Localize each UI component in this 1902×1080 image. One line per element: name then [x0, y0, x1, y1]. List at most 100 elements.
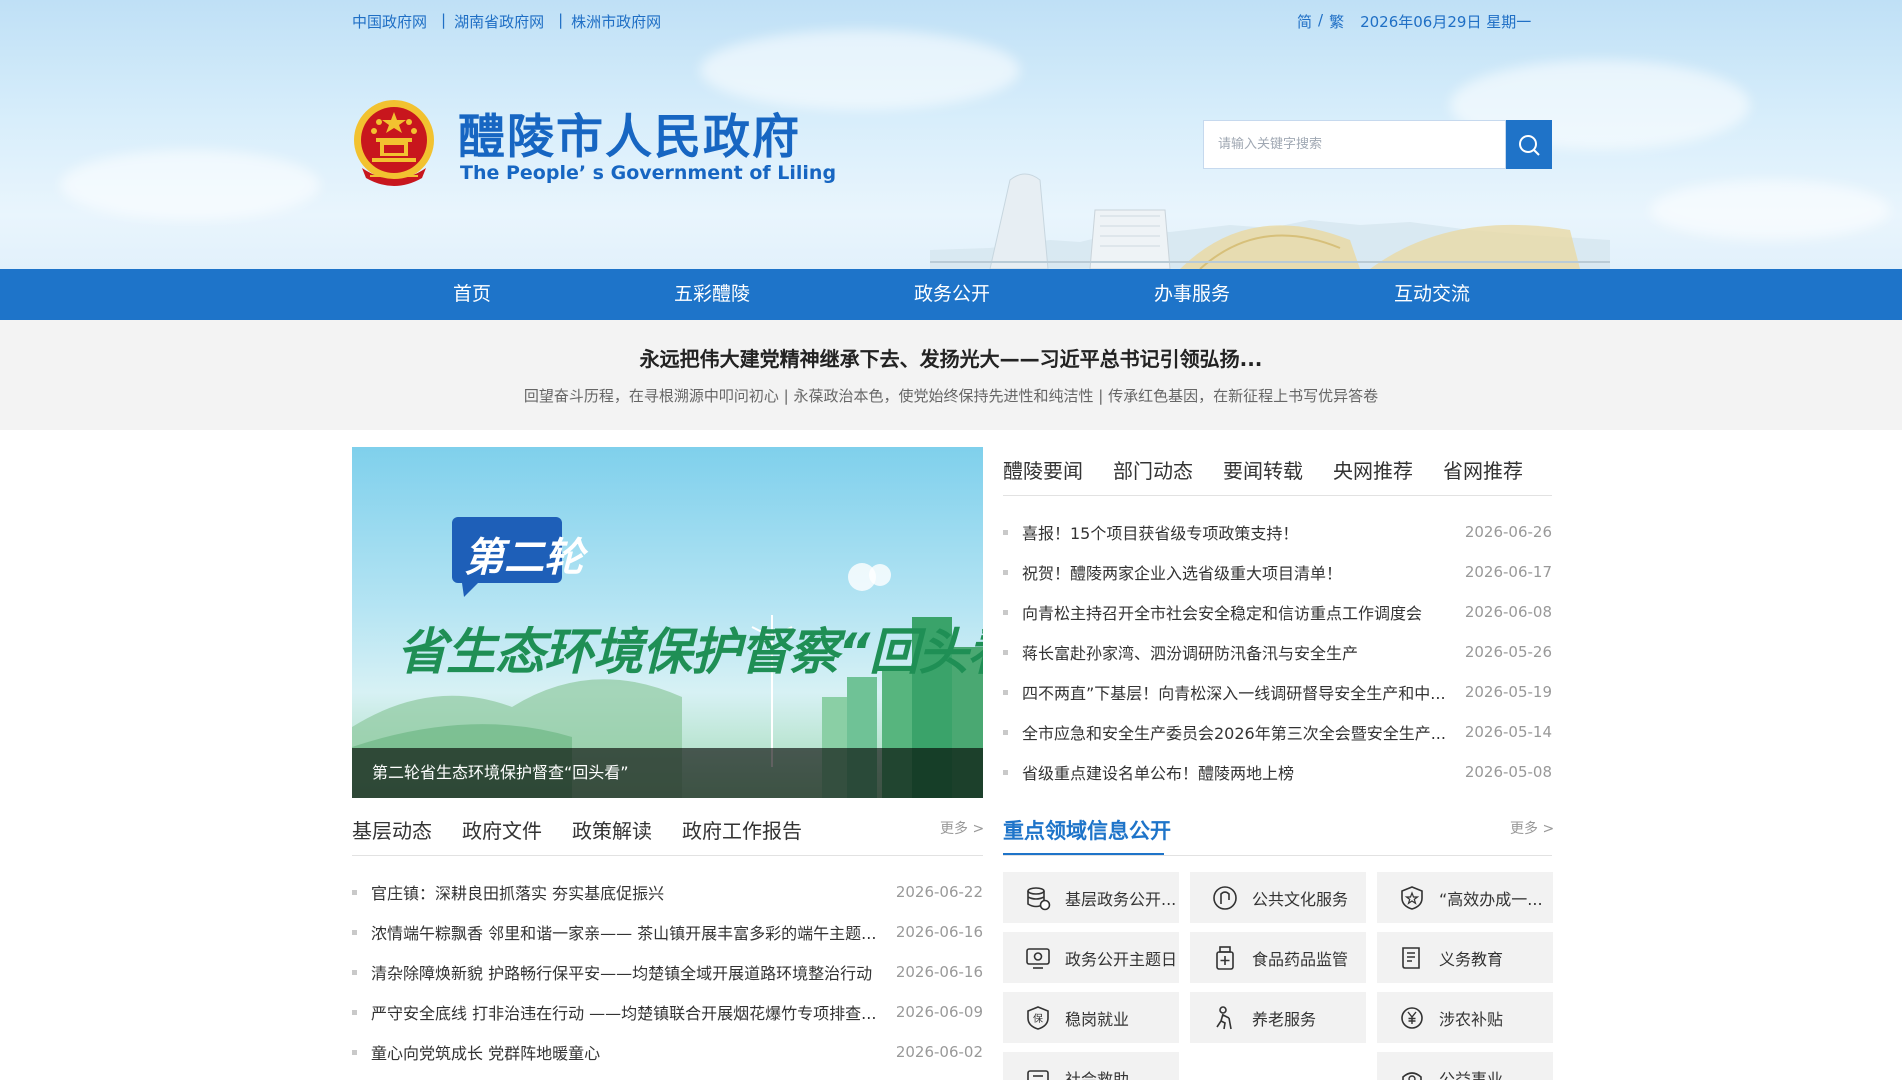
tab-liling-news[interactable]: 醴陵要闻 — [1003, 455, 1083, 484]
news-date: 2026-06-02 — [895, 1043, 983, 1061]
nav-item-gov-affairs[interactable]: 政务公开 — [872, 269, 1032, 320]
key-item-social-aid[interactable]: 社会救助 — [1003, 1052, 1179, 1080]
news-title[interactable]: 严守安全底线 打非治违在行动 ——均楚镇联合开展烟花爆竹专项排查... — [371, 1000, 882, 1024]
bullet — [1003, 769, 1008, 775]
news-date: 2026-06-09 — [895, 1003, 983, 1021]
tab-grassroots[interactable]: 基层动态 — [352, 815, 432, 844]
key-item-agri-subsidy[interactable]: 涉农补贴 — [1377, 992, 1553, 1043]
key-item-public-welfare[interactable]: 公益事业 — [1377, 1052, 1553, 1080]
tab-dept-news[interactable]: 部门动态 — [1113, 455, 1193, 484]
feature-banner-text: 省生态环境保护督察“回头看”专栏 — [397, 623, 983, 681]
tab-gov-files[interactable]: 政府文件 — [462, 815, 542, 844]
national-emblem-logo[interactable] — [352, 98, 436, 190]
key-item-open-day[interactable]: 政务公开主题日 — [1003, 932, 1179, 983]
key-item-label: 涉农补贴 — [1439, 1009, 1504, 1029]
list-item[interactable]: 官庄镇：深耕良田抓落实 夯实基底促振兴 2026-06-22 — [352, 872, 983, 912]
list-item[interactable]: 严守安全底线 打非治违在行动 ——均楚镇联合开展烟花爆竹专项排查... 2026-… — [352, 992, 983, 1032]
list-item[interactable]: 童心向党筑成长 党群阵地暖童心 2026-06-02 — [352, 1032, 983, 1072]
list-item[interactable]: 省级重点建设名单公布！醴陵两地上榜 2026-05-08 — [1003, 752, 1552, 792]
news-title[interactable]: 祝贺！醴陵两家企业入选省级重大项目清单！ — [1022, 560, 1451, 584]
city-skyline-illustration — [930, 173, 1610, 269]
list-item[interactable]: 四不两直”下基层！向青松深入一线调研督导安全生产和中... 2026-05-19 — [1003, 672, 1552, 712]
nav-item-services[interactable]: 办事服务 — [1112, 269, 1272, 320]
bullet — [352, 969, 357, 975]
tab-policy-interpretation[interactable]: 政策解读 — [572, 815, 652, 844]
bullet — [1003, 569, 1008, 575]
key-item-elderly-service[interactable]: 养老服务 — [1190, 992, 1366, 1043]
top-right-bar: 简 / 繁 2026年06月29日 星期一 — [1297, 11, 1531, 32]
link-central-gov[interactable]: 中国政府网 — [352, 11, 427, 32]
key-item-compulsory-education[interactable]: 义务教育 — [1377, 932, 1553, 983]
link-zhuzhou-gov[interactable]: 株洲市政府网 — [571, 11, 661, 32]
feature-carousel[interactable]: 第二轮 省生态环境保护督察“回头看”专栏 第二轮省生态环境保护督查“回头看” — [352, 447, 983, 798]
grassroots-list: 官庄镇：深耕良田抓落实 夯实基底促振兴 2026-06-22 浓情端午粽飘香 邻里… — [352, 872, 983, 1072]
key-item-label: 养老服务 — [1252, 1009, 1317, 1029]
headline-subtitle[interactable]: 回望奋斗历程，在寻根溯源中叩问初心 | 永葆政治本色，使党始终保持先进性和纯洁性… — [0, 385, 1902, 406]
key-item-food-drug[interactable]: 食品药品监管 — [1190, 932, 1366, 983]
key-item-employment[interactable]: 保 稳岗就业 — [1003, 992, 1179, 1043]
news-title[interactable]: 省级重点建设名单公布！醴陵两地上榜 — [1022, 760, 1451, 784]
search-input[interactable] — [1204, 121, 1505, 168]
eye-icon — [1026, 947, 1050, 969]
news-date: 2026-05-26 — [1464, 643, 1552, 661]
headline-strip — [0, 320, 1902, 430]
news-date: 2026-06-17 — [1464, 563, 1552, 581]
key-item-label: 食品药品监管 — [1252, 949, 1349, 969]
headline-title[interactable]: 永远把伟大建党精神继承下去、发扬光大——习近平总书记引领弘扬... — [0, 343, 1902, 372]
current-date: 2026年06月29日 星期一 — [1360, 13, 1532, 31]
news-title[interactable]: 向青松主持召开全市社会安全稳定和信访重点工作调度会 — [1022, 600, 1451, 624]
main-nav: 首页 五彩醴陵 政务公开 办事服务 互动交流 — [0, 269, 1902, 320]
news-title[interactable]: 清杂除障焕新貌 护路畅行保平安——均楚镇全域开展道路环境整治行动 — [371, 960, 882, 984]
list-item[interactable]: 清杂除障焕新貌 护路畅行保平安——均楚镇全域开展道路环境整治行动 2026-06-… — [352, 952, 983, 992]
news-title[interactable]: 喜报！15个项目获省级专项政策支持！ — [1022, 520, 1451, 544]
nav-item-interaction[interactable]: 互动交流 — [1352, 269, 1512, 320]
list-item[interactable]: 浓情端午粽飘香 邻里和谐一家亲—— 茶山镇开展丰富多彩的端午主题... 2026-… — [352, 912, 983, 952]
list-item[interactable]: 喜报！15个项目获省级专项政策支持！ 2026-06-26 — [1003, 512, 1552, 552]
news-date: 2026-06-26 — [1464, 523, 1552, 541]
list-item[interactable]: 祝贺！醴陵两家企业入选省级重大项目清单！ 2026-06-17 — [1003, 552, 1552, 592]
news-title[interactable]: 四不两直”下基层！向青松深入一线调研督导安全生产和中... — [1022, 680, 1451, 704]
site-title[interactable]: 醴陵市人民政府 — [458, 98, 801, 167]
news-date: 2026-06-16 — [895, 923, 983, 941]
nav-item-home[interactable]: 首页 — [392, 269, 552, 320]
link-hunan-gov[interactable]: 湖南省政府网 — [454, 11, 544, 32]
news-title[interactable]: 童心向党筑成长 党群阵地暖童心 — [371, 1040, 882, 1064]
tab-central-recommend[interactable]: 央网推荐 — [1333, 455, 1413, 484]
grassroots-tabs-divider — [352, 855, 983, 856]
news-title[interactable]: 官庄镇：深耕良田抓落实 夯实基底促振兴 — [371, 880, 882, 904]
key-item-label: 稳岗就业 — [1065, 1009, 1130, 1029]
tab-work-report[interactable]: 政府工作报告 — [682, 815, 802, 844]
feature-badge: 第二轮 — [464, 535, 584, 581]
search-button[interactable] — [1506, 120, 1552, 169]
news-title[interactable]: 全市应急和安全生产委员会2026年第三次全会暨安全生产... — [1022, 720, 1451, 744]
key-item-public-culture[interactable]: 公共文化服务 — [1190, 872, 1366, 923]
header-banner: 中国政府网 | 湖南省政府网 | 株洲市政府网 简 / 繁 2026年06月29… — [0, 0, 1902, 269]
culture-icon — [1213, 885, 1237, 910]
key-areas-title[interactable]: 重点领域信息公开 — [1003, 815, 1171, 845]
feature-caption[interactable]: 第二轮省生态环境保护督查“回头看” — [352, 748, 983, 798]
news-title[interactable]: 浓情端午粽飘香 邻里和谐一家亲—— 茶山镇开展丰富多彩的端午主题... — [371, 920, 882, 944]
tab-province-recommend[interactable]: 省网推荐 — [1443, 455, 1523, 484]
key-item-efficient-service[interactable]: “高效办成一... — [1377, 872, 1553, 923]
tab-reprint-news[interactable]: 要闻转载 — [1223, 455, 1303, 484]
lang-traditional-link[interactable]: 繁 — [1329, 11, 1344, 32]
news-date: 2026-05-08 — [1464, 763, 1552, 781]
news-title[interactable]: 蒋长富赴孙家湾、泗汾调研防汛备汛与安全生产 — [1022, 640, 1451, 664]
key-item-label: 公共文化服务 — [1252, 889, 1349, 909]
news-date: 2026-06-22 — [895, 883, 983, 901]
grassroots-more-link[interactable]: 更多 > — [940, 818, 984, 838]
link-separator: | — [558, 11, 564, 29]
bullet — [352, 889, 357, 895]
key-areas-more-link[interactable]: 更多 > — [1510, 818, 1554, 838]
list-item[interactable]: 全市应急和安全生产委员会2026年第三次全会暨安全生产... 2026-05-14 — [1003, 712, 1552, 752]
list-item[interactable]: 向青松主持召开全市社会安全稳定和信访重点工作调度会 2026-06-08 — [1003, 592, 1552, 632]
shield-star-icon — [1401, 885, 1423, 910]
link-separator: | — [441, 11, 447, 29]
news-list: 喜报！15个项目获省级专项政策支持！ 2026-06-26 祝贺！醴陵两家企业入选… — [1003, 512, 1552, 792]
list-item[interactable]: 蒋长富赴孙家湾、泗汾调研防汛备汛与安全生产 2026-05-26 — [1003, 632, 1552, 672]
aid-icon — [1027, 1069, 1049, 1080]
lang-simplified-link[interactable]: 简 — [1297, 11, 1312, 32]
key-item-grassroots-affairs[interactable]: 基层政务公开... — [1003, 872, 1179, 923]
nav-item-liling[interactable]: 五彩醴陵 — [632, 269, 792, 320]
bullet — [1003, 529, 1008, 535]
